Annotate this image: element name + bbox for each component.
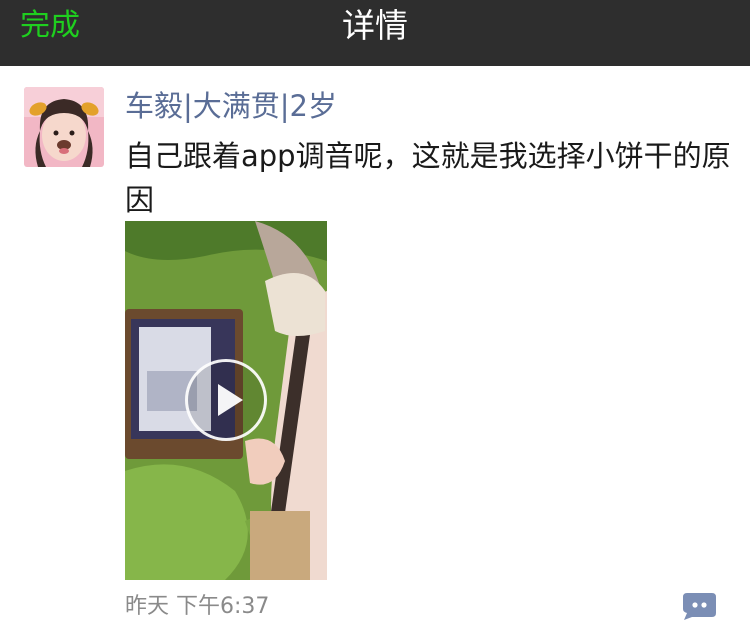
comment-bubble-icon xyxy=(683,593,716,620)
comment-button[interactable] xyxy=(682,593,716,620)
play-button[interactable] xyxy=(185,359,267,441)
avatar[interactable] xyxy=(24,87,104,167)
avatar-image xyxy=(24,87,104,167)
author-name-link[interactable]: 车毅|大满贯|2岁 xyxy=(125,86,337,126)
post-timestamp: 昨天 下午6:37 xyxy=(125,594,270,619)
top-navigation-bar: 完成 详情 xyxy=(0,0,750,66)
video-thumbnail[interactable] xyxy=(125,221,327,580)
play-icon xyxy=(218,384,243,416)
page-title: 详情 xyxy=(342,6,408,45)
post-text: 自己跟着app调音呢，这就是我选择小饼干的原因 xyxy=(125,139,731,217)
